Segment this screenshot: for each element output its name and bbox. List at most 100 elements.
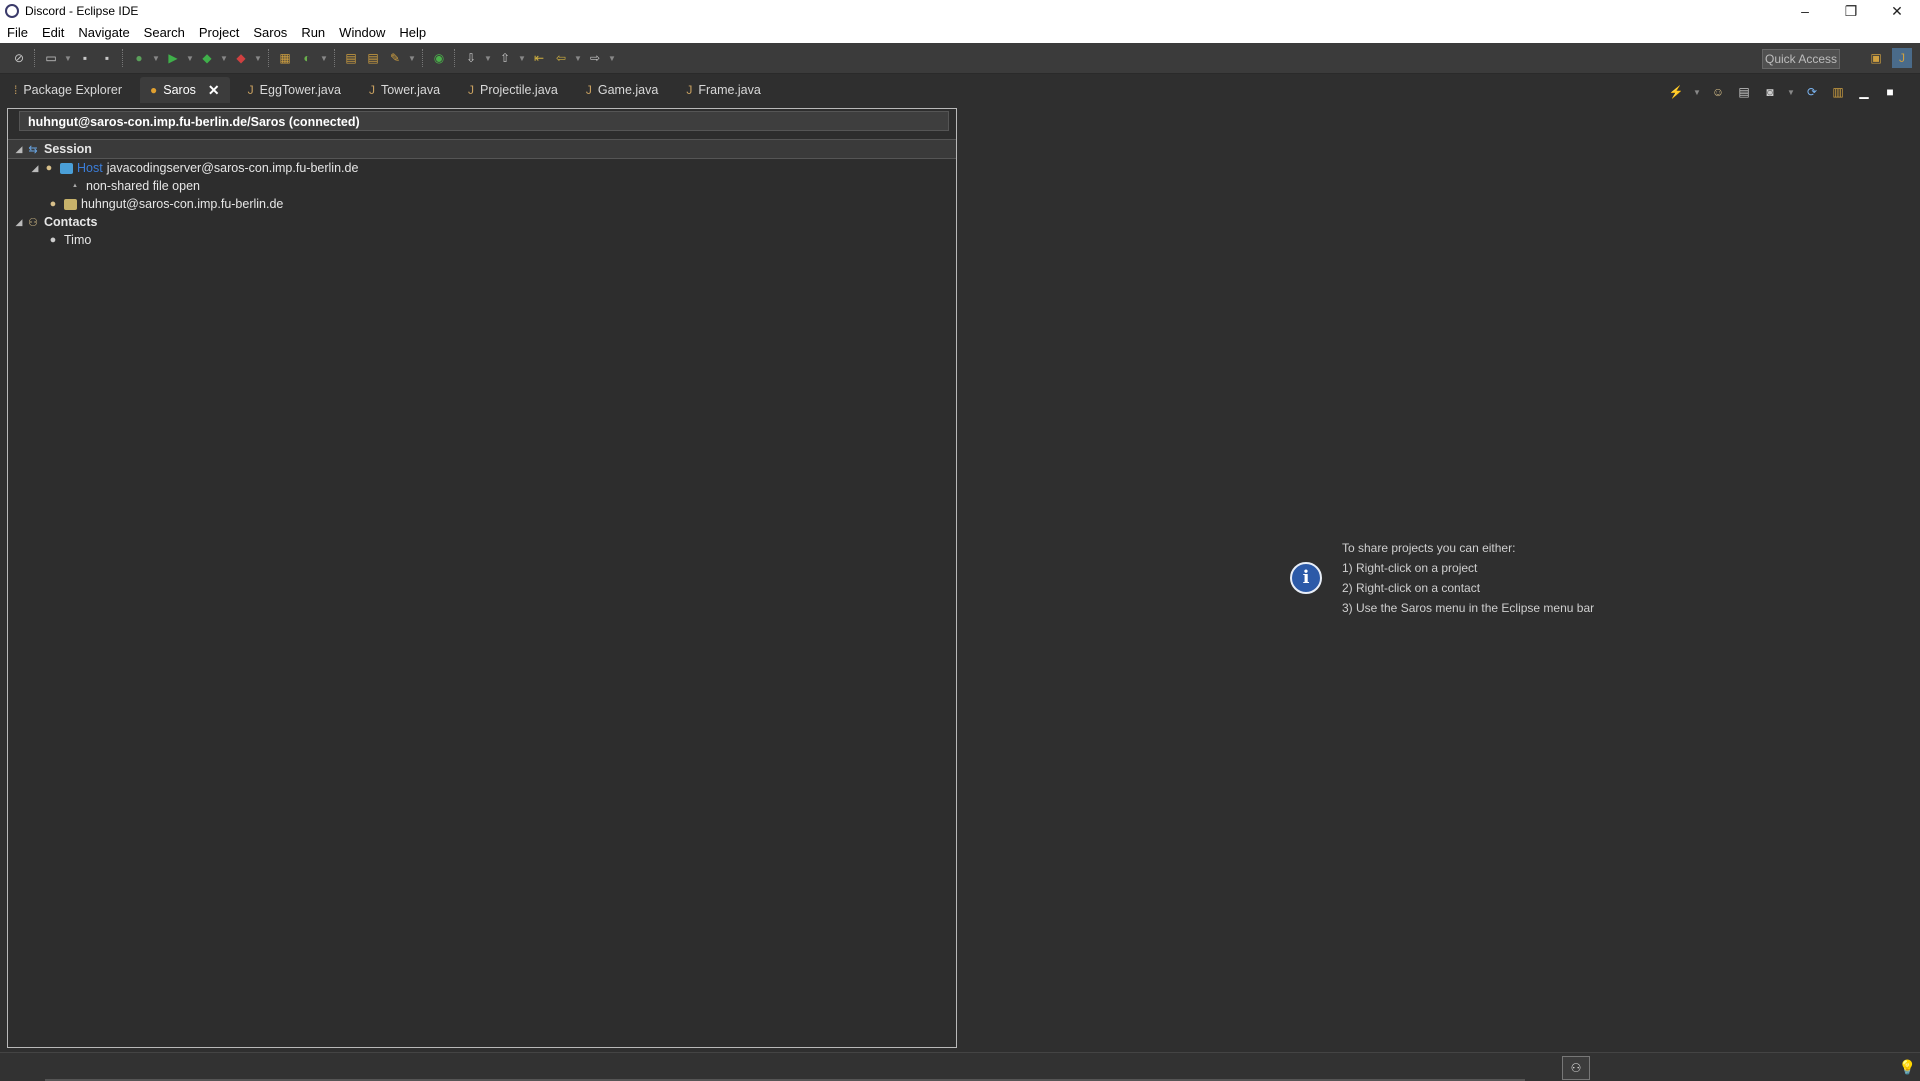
close-window-button[interactable]: ✕ xyxy=(1874,0,1920,22)
new-java-package-icon[interactable]: ◐ xyxy=(297,48,317,68)
menu-project[interactable]: Project xyxy=(192,25,246,40)
tab-package-explorer[interactable]: ⁞ Package Explorer xyxy=(4,77,132,103)
quick-access-input[interactable]: Quick Access xyxy=(1762,49,1840,69)
toolbar-separator xyxy=(34,49,36,67)
tree-node-host-status[interactable]: ▲ non-shared file open xyxy=(8,177,956,195)
user-icon: ● xyxy=(45,162,53,174)
run-dropdown-icon[interactable]: ▼ xyxy=(185,48,195,68)
restore-button[interactable]: ❐ xyxy=(1828,0,1874,22)
connection-status-header: huhngut@saros-con.imp.fu-berlin.de/Saros… xyxy=(19,111,949,131)
new-icon[interactable]: ▭ xyxy=(41,48,61,68)
coverage-dropdown-icon[interactable]: ▼ xyxy=(219,48,229,68)
consistency-dropdown-icon[interactable]: ▼ xyxy=(1786,82,1796,102)
tab-frame-java[interactable]: J Frame.java xyxy=(676,77,771,103)
saros-status-icon[interactable]: ⚇ xyxy=(1562,1056,1590,1080)
user-color-swatch xyxy=(60,162,73,174)
consistency-icon[interactable]: ◙ xyxy=(1760,82,1780,102)
coverage-icon[interactable]: ◆ xyxy=(197,48,217,68)
tab-label: Game.java xyxy=(597,83,659,97)
package-explorer-icon: ⁞ xyxy=(14,83,18,97)
saros-view: huhngut@saros-con.imp.fu-berlin.de/Saros… xyxy=(7,108,957,1048)
tree-node-user[interactable]: ● huhngut@saros-con.imp.fu-berlin.de xyxy=(8,195,956,213)
close-icon[interactable]: ✕ xyxy=(208,82,220,99)
minimize-view-icon[interactable]: ▁ xyxy=(1854,82,1874,102)
java-file-icon: J xyxy=(247,83,254,97)
java-file-icon: J xyxy=(368,83,375,97)
contact-label: Timo xyxy=(64,233,92,247)
tab-saros[interactable]: ● Saros ✕ xyxy=(140,77,230,103)
window-title: Discord - Eclipse IDE xyxy=(25,4,139,18)
tab-eggtower-java[interactable]: J EggTower.java xyxy=(238,77,351,103)
tab-label: Package Explorer xyxy=(23,83,123,97)
tree-node-host[interactable]: ◢ ● Host javacodingserver@saros-con.imp.… xyxy=(8,159,956,177)
menu-help[interactable]: Help xyxy=(392,25,433,40)
lightbulb-icon[interactable]: 💡 xyxy=(1899,1059,1916,1076)
contacts-label: Contacts xyxy=(44,215,98,229)
preferences-icon[interactable]: ▤ xyxy=(1734,82,1754,102)
menu-window[interactable]: Window xyxy=(332,25,392,40)
open-perspective-icon[interactable]: ▣ xyxy=(1866,48,1886,68)
view-menu-icon[interactable]: ▥ xyxy=(1828,82,1848,102)
tab-label: Frame.java xyxy=(698,83,761,97)
menu-edit[interactable]: Edit xyxy=(35,25,71,40)
forward-dropdown-icon[interactable]: ▼ xyxy=(607,48,617,68)
saros-share-icon[interactable]: ◉ xyxy=(429,48,449,68)
debug-dropdown-icon[interactable]: ▼ xyxy=(151,48,161,68)
new-class-dropdown-icon[interactable]: ▼ xyxy=(319,48,329,68)
menu-bar: File Edit Navigate Search Project Saros … xyxy=(0,22,1920,43)
last-edit-location-icon[interactable]: ⇤ xyxy=(529,48,549,68)
menu-search[interactable]: Search xyxy=(137,25,192,40)
tab-tower-java[interactable]: J Tower.java xyxy=(359,77,450,103)
expand-arrow-icon[interactable]: ◢ xyxy=(12,217,26,228)
host-tag: Host xyxy=(77,161,103,175)
run-icon[interactable]: ▶ xyxy=(163,48,183,68)
tab-game-java[interactable]: J Game.java xyxy=(576,77,668,103)
host-status-label: non-shared file open xyxy=(86,179,200,193)
java-perspective-icon[interactable]: J xyxy=(1892,48,1912,68)
perspective-switcher: ▣ J xyxy=(1866,48,1912,68)
external-tools-icon[interactable]: ◆ xyxy=(231,48,251,68)
connect-dropdown-icon[interactable]: ▼ xyxy=(1692,82,1702,102)
menu-run[interactable]: Run xyxy=(294,25,332,40)
next-annotation-dropdown-icon[interactable]: ▼ xyxy=(483,48,493,68)
menu-file[interactable]: File xyxy=(0,25,35,40)
back-icon[interactable]: ⇦ xyxy=(551,48,571,68)
toolbar-separator xyxy=(334,49,336,67)
tree-node-contacts[interactable]: ◢ ⚇ Contacts xyxy=(8,213,956,231)
add-contact-icon[interactable]: ☺ xyxy=(1708,82,1728,102)
debug-icon[interactable]: ● xyxy=(129,48,149,68)
previous-annotation-icon[interactable]: ⇧ xyxy=(495,48,515,68)
toolbar-separator xyxy=(454,49,456,67)
tab-label: Tower.java xyxy=(380,83,441,97)
user-icon: ● xyxy=(49,198,57,210)
java-file-icon: J xyxy=(585,83,592,97)
info-icon: i xyxy=(1290,562,1322,594)
contacts-icon: ⚇ xyxy=(28,216,38,229)
expand-arrow-icon[interactable]: ◢ xyxy=(12,144,26,155)
maximize-view-icon[interactable]: ■ xyxy=(1880,82,1900,102)
minimize-button[interactable]: – xyxy=(1782,0,1828,22)
skip-breakpoints-icon[interactable]: ⊘ xyxy=(9,48,29,68)
back-dropdown-icon[interactable]: ▼ xyxy=(573,48,583,68)
expand-arrow-icon[interactable]: ◢ xyxy=(28,163,42,174)
save-icon[interactable]: ▪ xyxy=(75,48,95,68)
connect-icon[interactable]: ⚡ xyxy=(1666,82,1686,102)
user-icon: ● xyxy=(49,234,57,246)
menu-navigate[interactable]: Navigate xyxy=(71,25,136,40)
refresh-icon[interactable]: ⟳ xyxy=(1802,82,1822,102)
previous-annotation-dropdown-icon[interactable]: ▼ xyxy=(517,48,527,68)
menu-saros[interactable]: Saros xyxy=(246,25,294,40)
open-type-icon[interactable]: ▤ xyxy=(341,48,361,68)
save-all-icon[interactable]: ▪ xyxy=(97,48,117,68)
search-dropdown-icon[interactable]: ▼ xyxy=(407,48,417,68)
tree-node-session[interactable]: ◢ ⇆ Session xyxy=(8,139,956,159)
open-task-icon[interactable]: ▤ xyxy=(363,48,383,68)
new-java-project-icon[interactable]: ▦ xyxy=(275,48,295,68)
search-icon[interactable]: ✎ xyxy=(385,48,405,68)
forward-icon[interactable]: ⇨ xyxy=(585,48,605,68)
new-dropdown-icon[interactable]: ▼ xyxy=(63,48,73,68)
tree-node-contact[interactable]: ● Timo xyxy=(8,231,956,249)
next-annotation-icon[interactable]: ⇩ xyxy=(461,48,481,68)
external-tools-dropdown-icon[interactable]: ▼ xyxy=(253,48,263,68)
tab-projectile-java[interactable]: J Projectile.java xyxy=(458,77,568,103)
